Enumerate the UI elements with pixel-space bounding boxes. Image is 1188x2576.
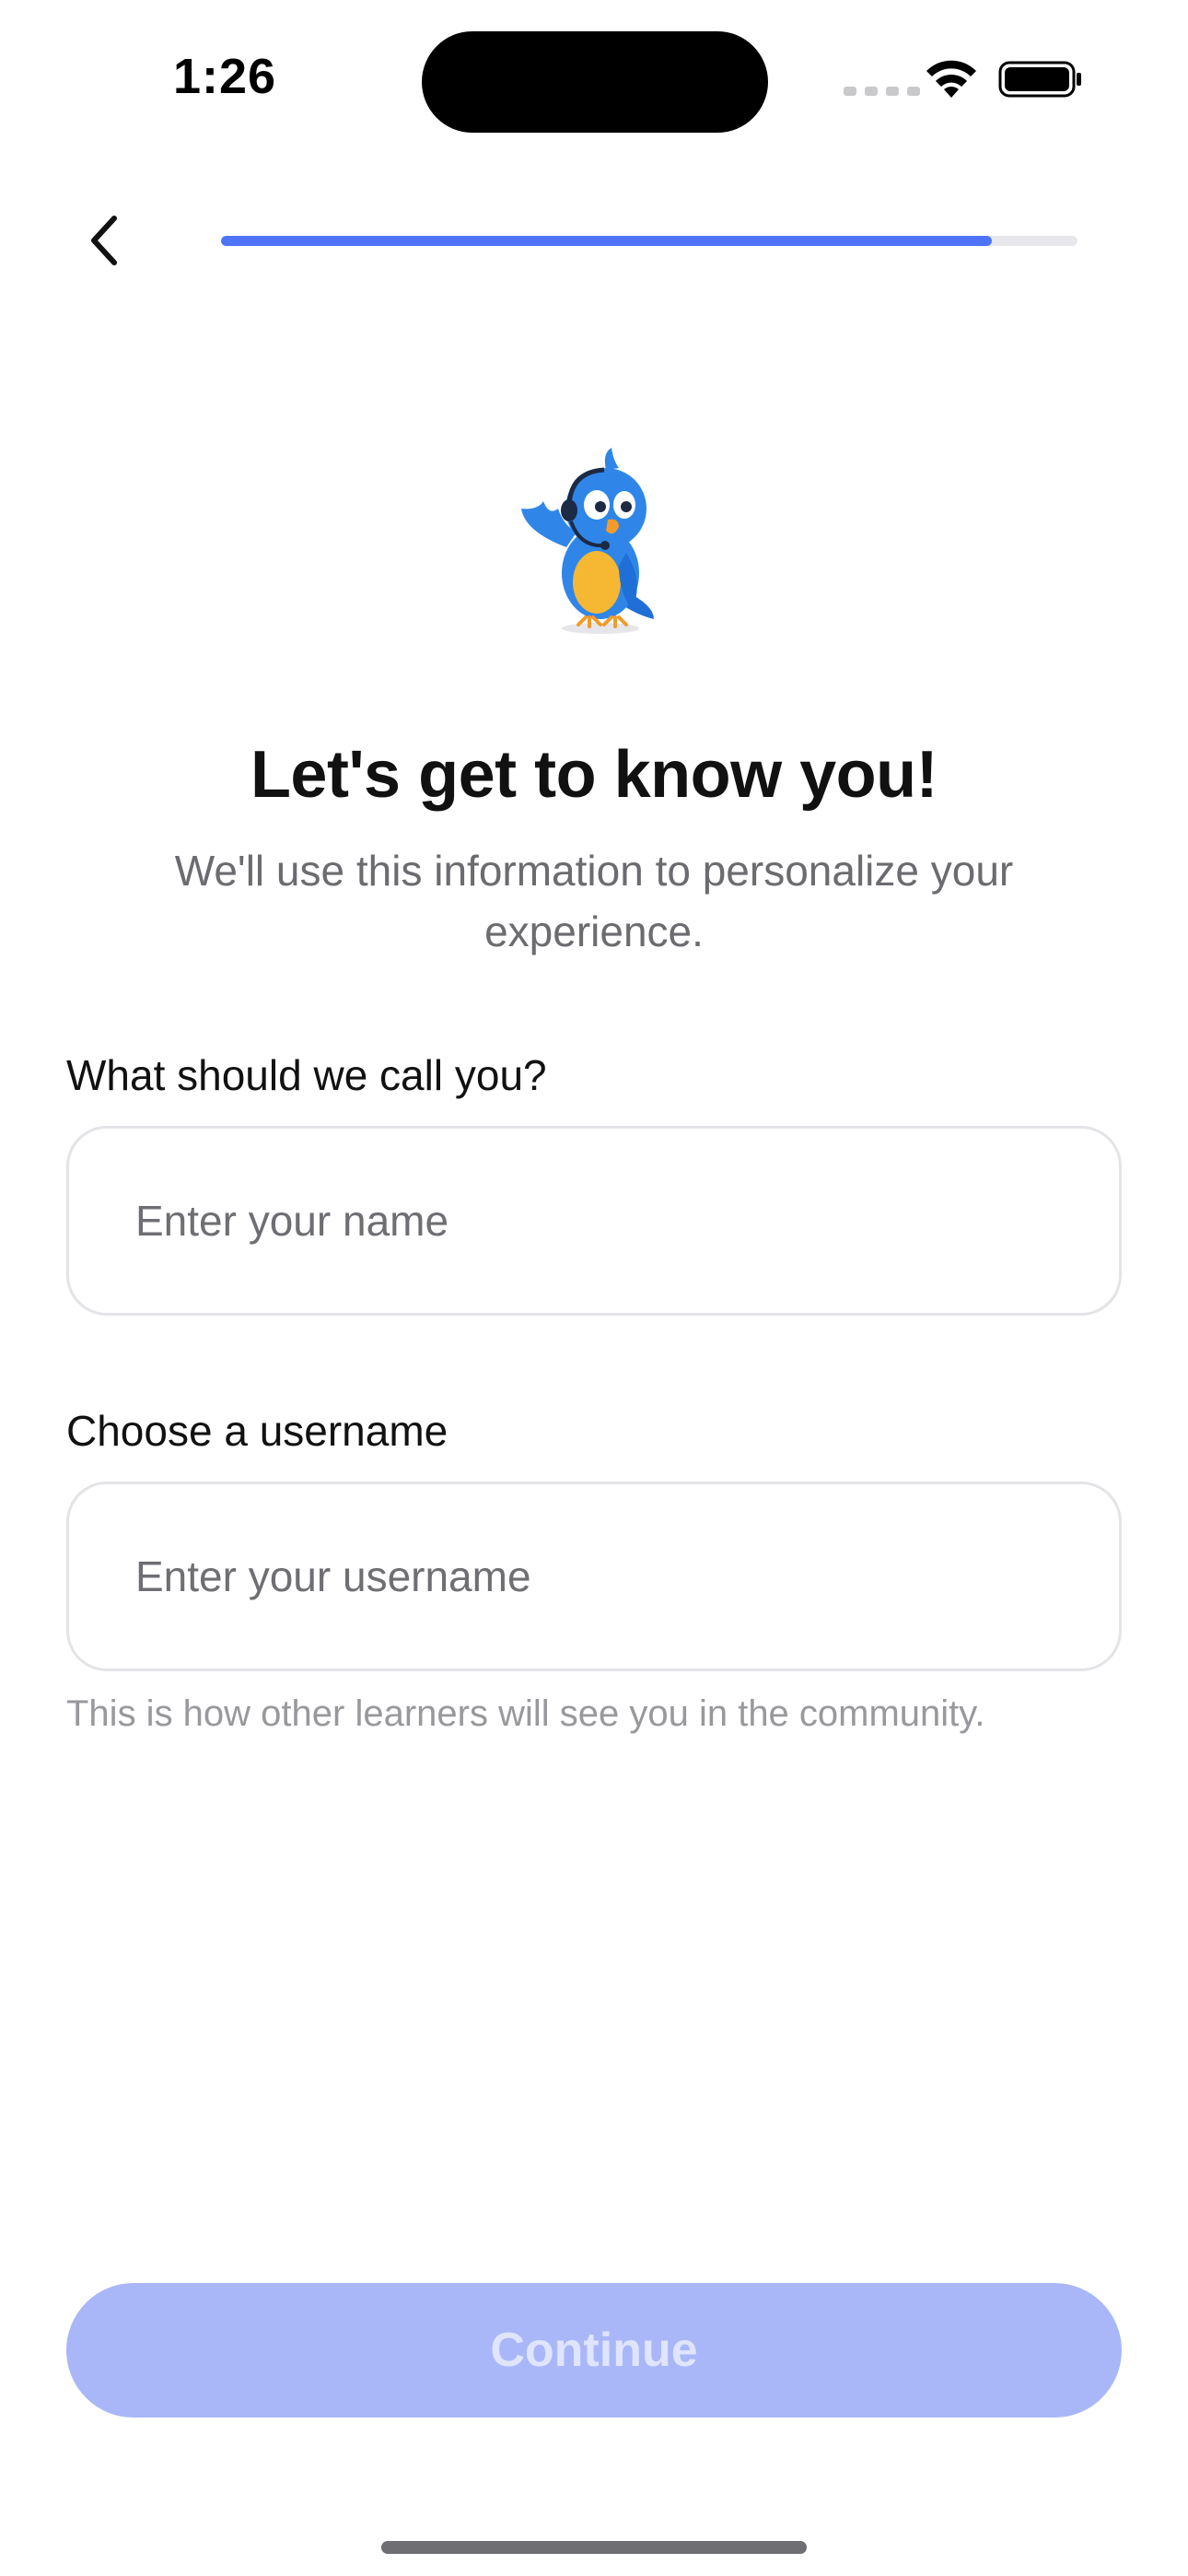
name-field-label: What should we call you? [66, 1051, 547, 1099]
back-button[interactable] [74, 208, 133, 273]
bird-mascot-icon [521, 448, 654, 634]
progress-fill [221, 236, 992, 246]
onboarding-progress-bar [221, 236, 1077, 246]
dynamic-island [422, 31, 768, 133]
username-field-label: Choose a username [66, 1407, 448, 1455]
battery-icon [998, 61, 1081, 98]
continue-button[interactable]: Continue [66, 2283, 1122, 2418]
cellular-signal-icon [844, 87, 920, 96]
chevron-left-icon [91, 216, 117, 265]
page-title: Let's get to know you! [250, 738, 938, 812]
status-time: 1:26 [173, 49, 277, 104]
username-input[interactable] [66, 1481, 1122, 1671]
page-subtitle: We'll use this information to personaliz… [174, 847, 1014, 955]
wifi-icon [926, 60, 976, 98]
name-input[interactable] [66, 1126, 1122, 1316]
home-indicator [381, 2541, 807, 2554]
username-helper-text: This is how other learners will see you … [66, 1693, 985, 1734]
